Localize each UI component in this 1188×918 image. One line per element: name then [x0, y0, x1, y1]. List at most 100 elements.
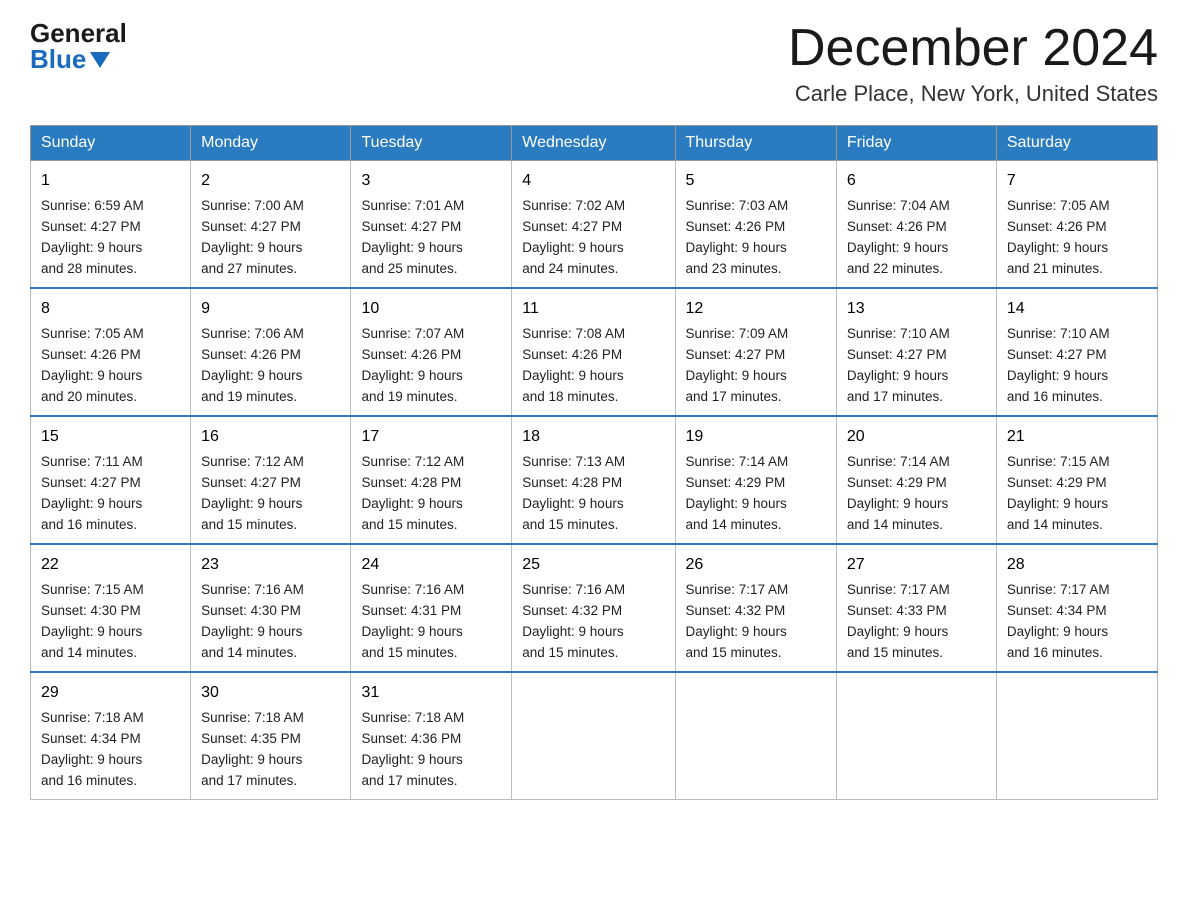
day-info: Sunrise: 7:18 AMSunset: 4:36 PMDaylight:…	[361, 710, 464, 788]
calendar-header-thursday: Thursday	[675, 126, 836, 161]
day-info: Sunrise: 7:17 AMSunset: 4:32 PMDaylight:…	[686, 582, 789, 660]
day-info: Sunrise: 7:13 AMSunset: 4:28 PMDaylight:…	[522, 454, 625, 532]
calendar-cell: 23 Sunrise: 7:16 AMSunset: 4:30 PMDaylig…	[191, 544, 351, 672]
day-info: Sunrise: 7:12 AMSunset: 4:28 PMDaylight:…	[361, 454, 464, 532]
day-number: 20	[847, 425, 986, 449]
calendar-week-row: 22 Sunrise: 7:15 AMSunset: 4:30 PMDaylig…	[31, 544, 1158, 672]
calendar-header-wednesday: Wednesday	[512, 126, 675, 161]
logo-general-text: General	[30, 20, 127, 46]
day-info: Sunrise: 7:17 AMSunset: 4:33 PMDaylight:…	[847, 582, 950, 660]
day-number: 30	[201, 681, 340, 705]
day-number: 17	[361, 425, 501, 449]
calendar-cell: 17 Sunrise: 7:12 AMSunset: 4:28 PMDaylig…	[351, 416, 512, 544]
day-number: 14	[1007, 297, 1147, 321]
day-info: Sunrise: 6:59 AMSunset: 4:27 PMDaylight:…	[41, 198, 144, 276]
day-info: Sunrise: 7:12 AMSunset: 4:27 PMDaylight:…	[201, 454, 304, 532]
day-number: 2	[201, 169, 340, 193]
day-number: 9	[201, 297, 340, 321]
logo-blue-text: Blue	[30, 46, 127, 72]
day-number: 12	[686, 297, 826, 321]
day-info: Sunrise: 7:07 AMSunset: 4:26 PMDaylight:…	[361, 326, 464, 404]
calendar-cell: 16 Sunrise: 7:12 AMSunset: 4:27 PMDaylig…	[191, 416, 351, 544]
day-info: Sunrise: 7:17 AMSunset: 4:34 PMDaylight:…	[1007, 582, 1110, 660]
day-info: Sunrise: 7:16 AMSunset: 4:31 PMDaylight:…	[361, 582, 464, 660]
day-number: 22	[41, 553, 180, 577]
day-number: 29	[41, 681, 180, 705]
day-info: Sunrise: 7:15 AMSunset: 4:30 PMDaylight:…	[41, 582, 144, 660]
calendar-header-row: SundayMondayTuesdayWednesdayThursdayFrid…	[31, 126, 1158, 161]
day-info: Sunrise: 7:03 AMSunset: 4:26 PMDaylight:…	[686, 198, 789, 276]
calendar-cell: 29 Sunrise: 7:18 AMSunset: 4:34 PMDaylig…	[31, 672, 191, 800]
day-info: Sunrise: 7:02 AMSunset: 4:27 PMDaylight:…	[522, 198, 625, 276]
calendar-week-row: 8 Sunrise: 7:05 AMSunset: 4:26 PMDayligh…	[31, 288, 1158, 416]
day-info: Sunrise: 7:10 AMSunset: 4:27 PMDaylight:…	[1007, 326, 1110, 404]
calendar-week-row: 1 Sunrise: 6:59 AMSunset: 4:27 PMDayligh…	[31, 161, 1158, 289]
calendar-cell: 12 Sunrise: 7:09 AMSunset: 4:27 PMDaylig…	[675, 288, 836, 416]
day-number: 5	[686, 169, 826, 193]
day-info: Sunrise: 7:16 AMSunset: 4:30 PMDaylight:…	[201, 582, 304, 660]
day-number: 10	[361, 297, 501, 321]
calendar-cell: 11 Sunrise: 7:08 AMSunset: 4:26 PMDaylig…	[512, 288, 675, 416]
day-number: 7	[1007, 169, 1147, 193]
calendar-header-friday: Friday	[836, 126, 996, 161]
calendar-cell	[675, 672, 836, 800]
calendar-cell: 14 Sunrise: 7:10 AMSunset: 4:27 PMDaylig…	[996, 288, 1157, 416]
calendar-cell	[836, 672, 996, 800]
calendar-cell: 4 Sunrise: 7:02 AMSunset: 4:27 PMDayligh…	[512, 161, 675, 289]
page-header: General Blue December 2024 Carle Place, …	[30, 20, 1158, 107]
calendar-table: SundayMondayTuesdayWednesdayThursdayFrid…	[30, 125, 1158, 800]
calendar-cell: 22 Sunrise: 7:15 AMSunset: 4:30 PMDaylig…	[31, 544, 191, 672]
calendar-cell: 20 Sunrise: 7:14 AMSunset: 4:29 PMDaylig…	[836, 416, 996, 544]
day-info: Sunrise: 7:14 AMSunset: 4:29 PMDaylight:…	[686, 454, 789, 532]
calendar-cell: 5 Sunrise: 7:03 AMSunset: 4:26 PMDayligh…	[675, 161, 836, 289]
day-number: 1	[41, 169, 180, 193]
day-number: 6	[847, 169, 986, 193]
calendar-cell: 18 Sunrise: 7:13 AMSunset: 4:28 PMDaylig…	[512, 416, 675, 544]
day-info: Sunrise: 7:05 AMSunset: 4:26 PMDaylight:…	[41, 326, 144, 404]
day-number: 31	[361, 681, 501, 705]
calendar-week-row: 15 Sunrise: 7:11 AMSunset: 4:27 PMDaylig…	[31, 416, 1158, 544]
day-number: 19	[686, 425, 826, 449]
day-info: Sunrise: 7:10 AMSunset: 4:27 PMDaylight:…	[847, 326, 950, 404]
day-number: 26	[686, 553, 826, 577]
calendar-cell: 21 Sunrise: 7:15 AMSunset: 4:29 PMDaylig…	[996, 416, 1157, 544]
day-info: Sunrise: 7:18 AMSunset: 4:34 PMDaylight:…	[41, 710, 144, 788]
calendar-header-tuesday: Tuesday	[351, 126, 512, 161]
day-number: 11	[522, 297, 664, 321]
day-number: 25	[522, 553, 664, 577]
day-number: 27	[847, 553, 986, 577]
calendar-header-saturday: Saturday	[996, 126, 1157, 161]
day-info: Sunrise: 7:05 AMSunset: 4:26 PMDaylight:…	[1007, 198, 1110, 276]
calendar-cell	[996, 672, 1157, 800]
calendar-cell: 27 Sunrise: 7:17 AMSunset: 4:33 PMDaylig…	[836, 544, 996, 672]
day-number: 15	[41, 425, 180, 449]
day-number: 21	[1007, 425, 1147, 449]
day-info: Sunrise: 7:14 AMSunset: 4:29 PMDaylight:…	[847, 454, 950, 532]
logo-triangle-icon	[90, 52, 110, 68]
day-info: Sunrise: 7:01 AMSunset: 4:27 PMDaylight:…	[361, 198, 464, 276]
day-info: Sunrise: 7:16 AMSunset: 4:32 PMDaylight:…	[522, 582, 625, 660]
calendar-header-sunday: Sunday	[31, 126, 191, 161]
calendar-week-row: 29 Sunrise: 7:18 AMSunset: 4:34 PMDaylig…	[31, 672, 1158, 800]
calendar-cell: 2 Sunrise: 7:00 AMSunset: 4:27 PMDayligh…	[191, 161, 351, 289]
calendar-cell: 6 Sunrise: 7:04 AMSunset: 4:26 PMDayligh…	[836, 161, 996, 289]
day-info: Sunrise: 7:06 AMSunset: 4:26 PMDaylight:…	[201, 326, 304, 404]
day-number: 3	[361, 169, 501, 193]
day-info: Sunrise: 7:15 AMSunset: 4:29 PMDaylight:…	[1007, 454, 1110, 532]
calendar-cell: 30 Sunrise: 7:18 AMSunset: 4:35 PMDaylig…	[191, 672, 351, 800]
day-info: Sunrise: 7:08 AMSunset: 4:26 PMDaylight:…	[522, 326, 625, 404]
day-number: 16	[201, 425, 340, 449]
calendar-cell: 10 Sunrise: 7:07 AMSunset: 4:26 PMDaylig…	[351, 288, 512, 416]
day-info: Sunrise: 7:00 AMSunset: 4:27 PMDaylight:…	[201, 198, 304, 276]
day-info: Sunrise: 7:11 AMSunset: 4:27 PMDaylight:…	[41, 454, 143, 532]
calendar-cell: 3 Sunrise: 7:01 AMSunset: 4:27 PMDayligh…	[351, 161, 512, 289]
day-number: 13	[847, 297, 986, 321]
calendar-cell: 13 Sunrise: 7:10 AMSunset: 4:27 PMDaylig…	[836, 288, 996, 416]
day-number: 28	[1007, 553, 1147, 577]
day-info: Sunrise: 7:04 AMSunset: 4:26 PMDaylight:…	[847, 198, 950, 276]
day-info: Sunrise: 7:18 AMSunset: 4:35 PMDaylight:…	[201, 710, 304, 788]
day-number: 8	[41, 297, 180, 321]
calendar-cell: 15 Sunrise: 7:11 AMSunset: 4:27 PMDaylig…	[31, 416, 191, 544]
title-block: December 2024 Carle Place, New York, Uni…	[788, 20, 1158, 107]
day-number: 4	[522, 169, 664, 193]
